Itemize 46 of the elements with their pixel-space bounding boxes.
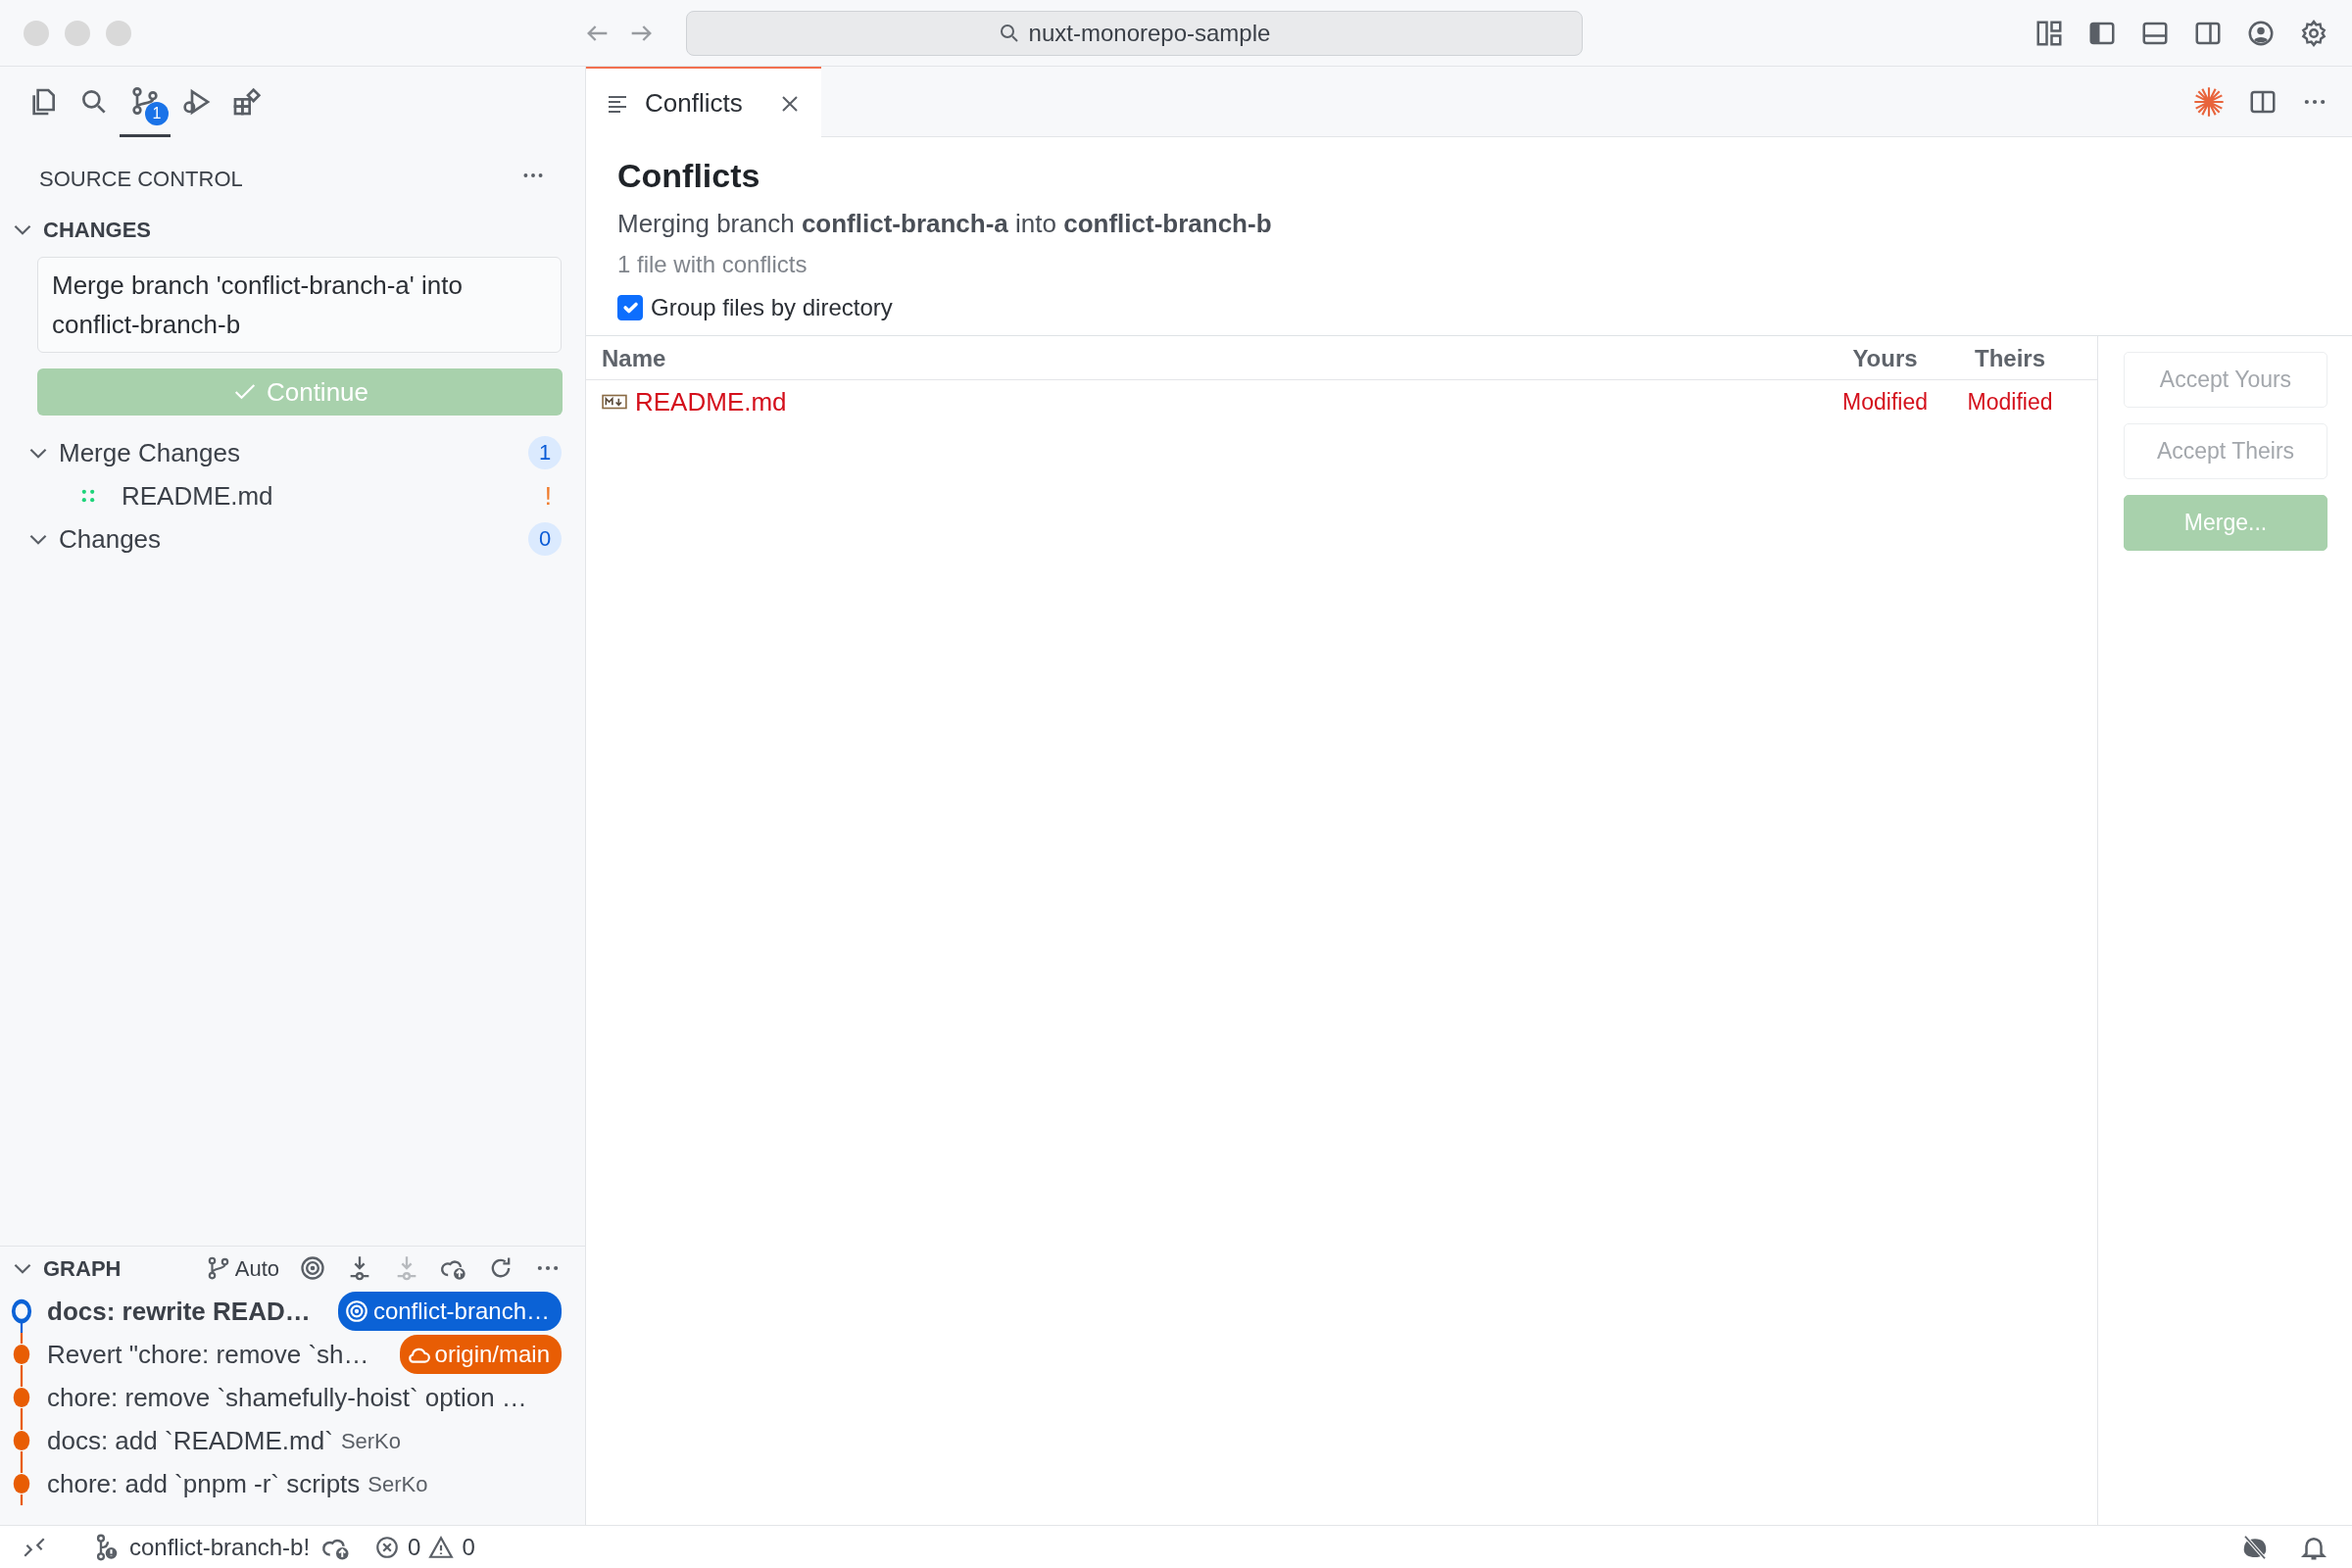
- editor-tab[interactable]: Conflicts: [586, 67, 821, 138]
- group-row[interactable]: Changes 0: [0, 517, 585, 561]
- commit-message[interactable]: chore: remove `shamefully-hoist` option …: [47, 1378, 527, 1417]
- search-field[interactable]: nuxt-monorepo-sample: [685, 10, 1583, 56]
- target-icon[interactable]: [299, 1254, 326, 1282]
- heading: Conflicts: [617, 156, 761, 196]
- section-header[interactable]: CHANGES: [0, 208, 585, 251]
- file-status: Modified: [1841, 388, 1929, 416]
- branch-tag: origin/main: [399, 1335, 562, 1374]
- column-header: Theirs: [1946, 336, 2074, 380]
- sparkle-icon[interactable]: [2193, 85, 2225, 118]
- extensions-icon: [231, 86, 263, 118]
- group-checkbox[interactable]: [617, 295, 643, 320]
- run-debug-icon: [180, 86, 212, 118]
- count-badge: 1: [528, 436, 562, 469]
- commit-message[interactable]: docs: rewrite READ…: [47, 1292, 311, 1331]
- section-header[interactable]: GRAPH Auto: [0, 1247, 585, 1290]
- commit-author: SerKo: [368, 1470, 428, 1498]
- source-control-icon: [129, 84, 161, 117]
- file-status: Modified: [1966, 388, 2054, 416]
- count-badge: 0: [528, 522, 562, 556]
- commit-author: SerKo: [340, 1427, 402, 1455]
- conflict-status: !: [544, 479, 552, 513]
- commit-message[interactable]: Revert "chore: remove `sh…: [47, 1335, 369, 1374]
- commit-message[interactable]: docs: add `README.md`: [47, 1421, 333, 1460]
- commit-message-field[interactable]: Merge branch 'conflict-branch-a' into conflict-branch-b: [37, 257, 562, 353]
- branch-status[interactable]: conflict-branch-b!: [94, 1529, 311, 1565]
- file-item[interactable]: README.md !: [0, 474, 585, 517]
- error-icon: [374, 1534, 401, 1560]
- warning-icon: [428, 1534, 455, 1560]
- checkbox-label[interactable]: Group files by directory: [651, 290, 893, 325]
- count-badge: 1: [145, 102, 169, 125]
- target-icon: [343, 1298, 369, 1324]
- branch-tag: conflict-branch…: [337, 1292, 562, 1331]
- settings-icon[interactable]: [2299, 18, 2328, 48]
- conflict-summary: 1 file with conflicts: [617, 250, 808, 279]
- problems-status[interactable]: 0 0: [374, 1529, 475, 1565]
- panel-title: SOURCE CONTROL: [39, 166, 243, 193]
- column-header: Yours: [1824, 336, 1946, 380]
- column-header: Name: [586, 336, 1824, 380]
- source-control-tab[interactable]: 1: [120, 67, 171, 137]
- commit-message[interactable]: chore: add `pnpm -r` scripts: [47, 1464, 361, 1503]
- merge-description: Merging branch conflict-branch-a into conflict-branch-b: [617, 208, 1273, 240]
- branch-mode-button[interactable]: Auto: [205, 1251, 279, 1285]
- group-row[interactable]: Merge Changes 1: [0, 431, 585, 474]
- file-name[interactable]: README.md: [586, 380, 1824, 423]
